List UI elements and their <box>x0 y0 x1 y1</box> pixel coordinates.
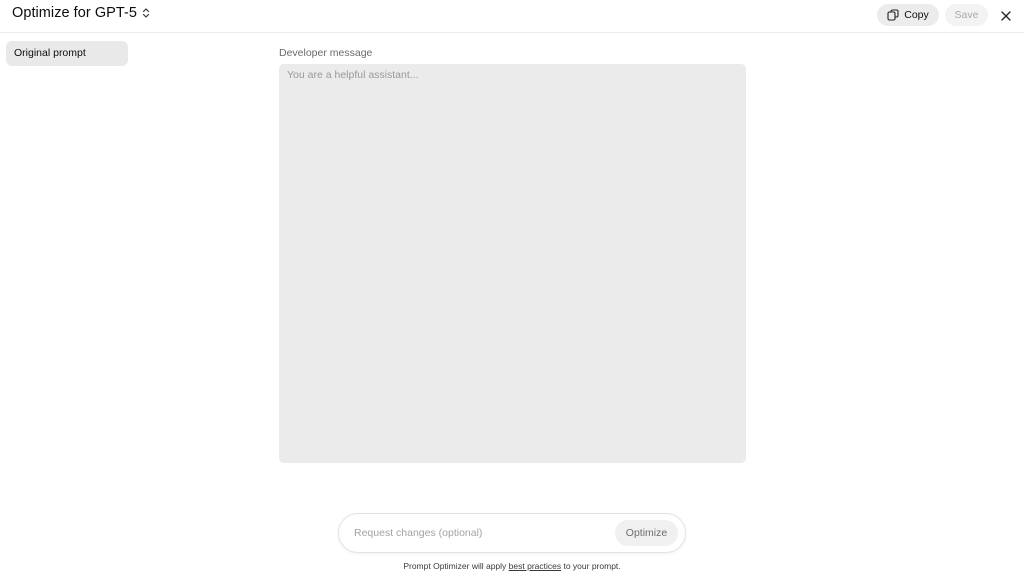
model-selector[interactable]: Optimize for GPT-5 <box>12 5 151 21</box>
footer-prefix: Prompt Optimizer will apply <box>403 561 509 571</box>
sidebar-item-label: Original prompt <box>14 47 86 59</box>
save-button[interactable]: Save <box>945 4 988 26</box>
best-practices-link[interactable]: best practices <box>509 561 561 571</box>
chevron-up-down-icon <box>141 6 151 20</box>
page-title: Optimize for GPT-5 <box>12 5 137 21</box>
copy-icon <box>887 9 899 21</box>
copy-button[interactable]: Copy <box>877 4 939 26</box>
request-changes-bar: Optimize <box>338 513 686 553</box>
footer-note: Prompt Optimizer will apply best practic… <box>0 561 1024 571</box>
request-changes-input[interactable] <box>352 524 602 542</box>
sidebar-item-original-prompt[interactable]: Original prompt <box>6 41 128 66</box>
developer-message-textarea[interactable] <box>279 64 746 463</box>
close-icon[interactable] <box>998 8 1014 24</box>
header-bar: Optimize for GPT-5 Copy Save <box>0 0 1024 33</box>
developer-message-label: Developer message <box>279 47 373 59</box>
optimize-button[interactable]: Optimize <box>615 520 678 546</box>
footer-suffix: to your prompt. <box>561 561 621 571</box>
copy-button-label: Copy <box>904 9 929 21</box>
